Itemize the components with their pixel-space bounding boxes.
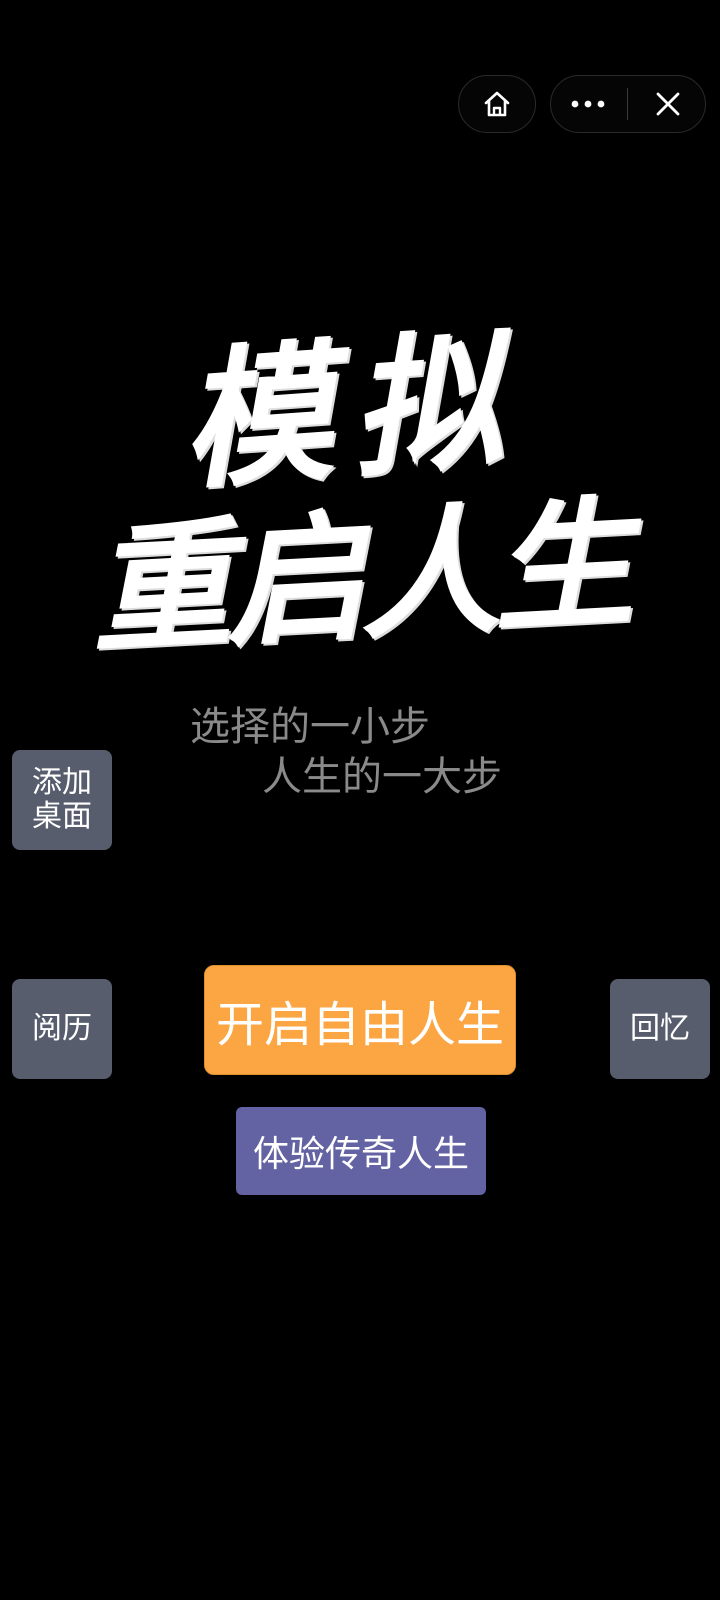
close-icon [656, 92, 680, 116]
title-line-2: 重启人生 [86, 482, 631, 674]
memory-button[interactable]: 回忆 [610, 979, 710, 1079]
start-free-life-button[interactable]: 开启自由人生 [204, 965, 516, 1075]
more-button[interactable] [553, 75, 623, 133]
close-button[interactable] [633, 75, 703, 133]
home-capsule [458, 75, 536, 133]
home-icon [484, 91, 510, 117]
menu-capsule [550, 75, 706, 133]
home-button[interactable] [462, 75, 532, 133]
history-button[interactable]: 阅历 [12, 979, 112, 1079]
tagline-line-2: 人生的一大步 [262, 754, 502, 800]
add-desktop-button[interactable]: 添加桌面 [12, 750, 112, 850]
title-logo: 模拟 重启人生 [87, 280, 650, 674]
capsule-divider [627, 88, 629, 120]
more-dots-icon [571, 100, 605, 108]
experience-legend-life-button[interactable]: 体验传奇人生 [236, 1107, 486, 1195]
